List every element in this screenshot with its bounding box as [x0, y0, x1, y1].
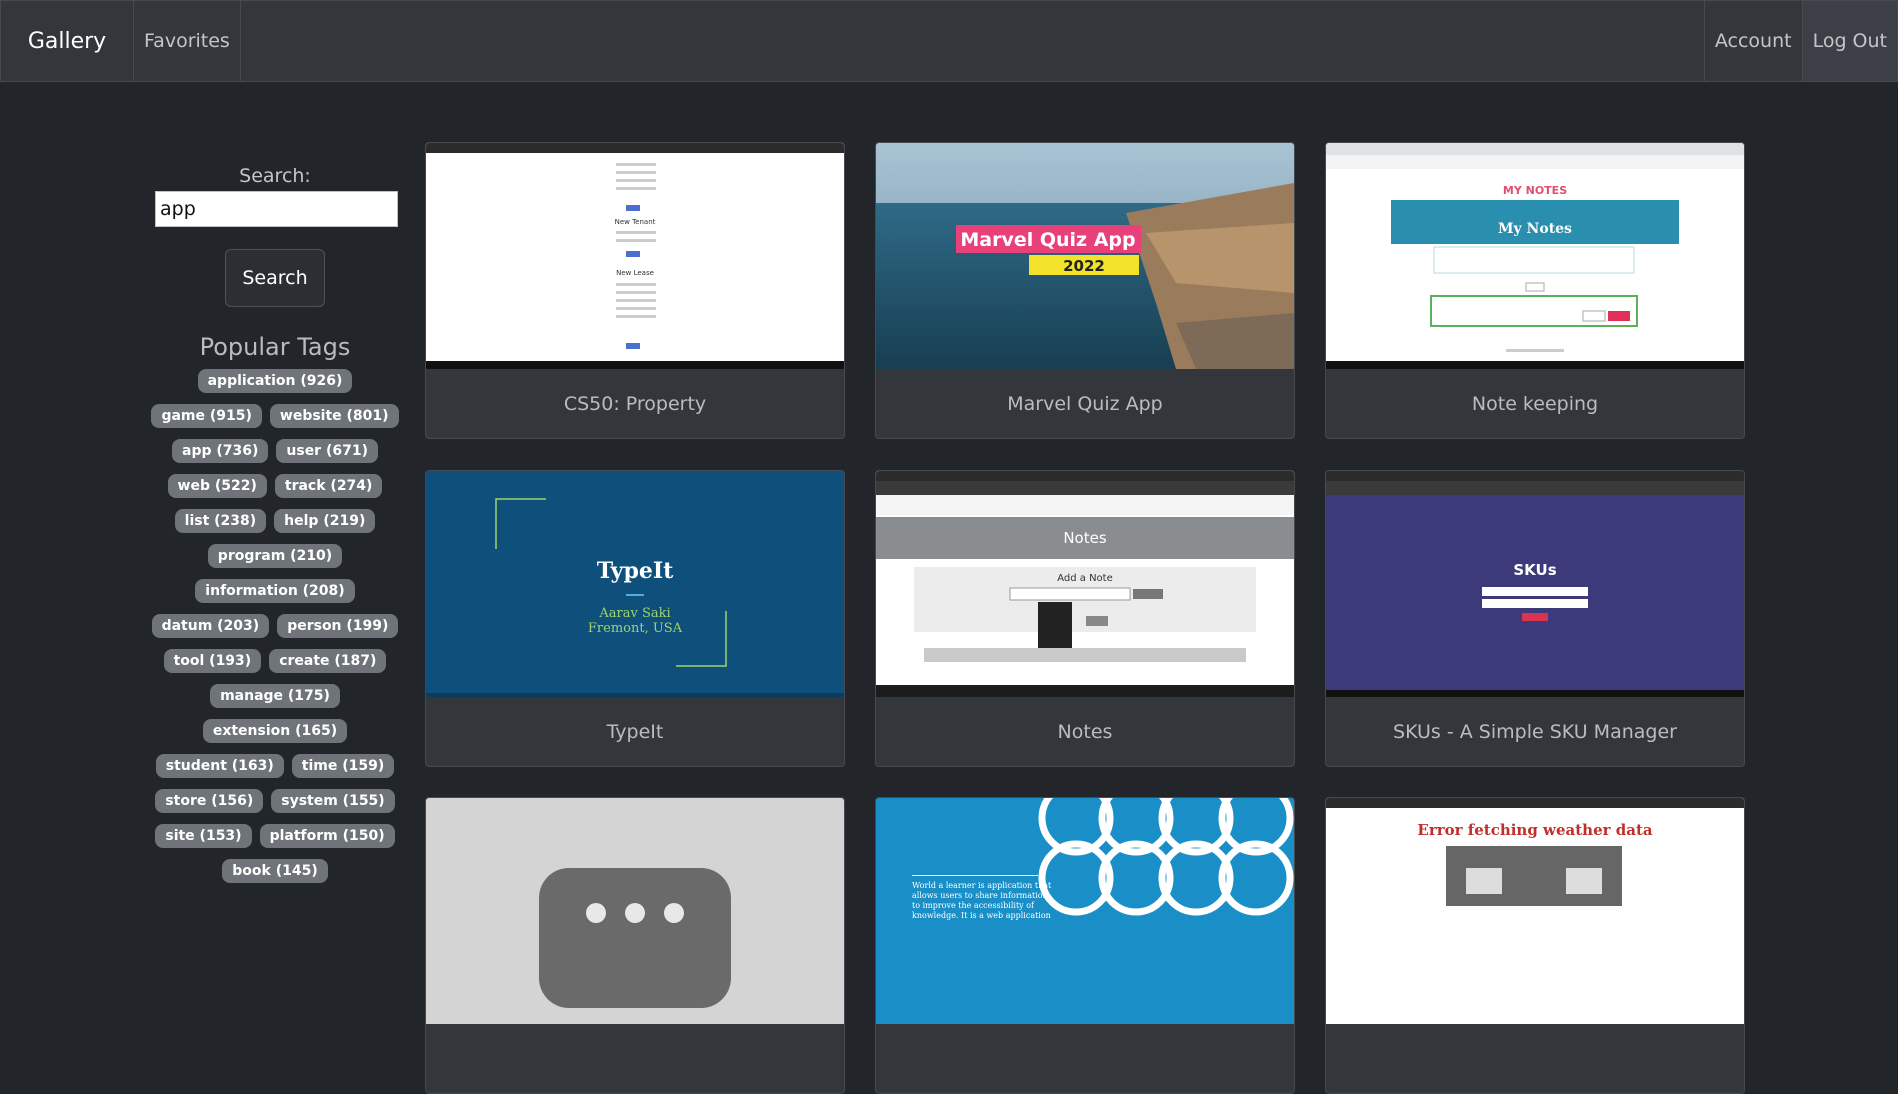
tag-website[interactable]: website (801)	[269, 404, 399, 428]
thumb-text: MY NOTES	[1503, 184, 1567, 197]
tag-datum[interactable]: datum (203)	[151, 614, 270, 638]
popular-tags-heading: Popular Tags	[199, 333, 351, 361]
card-title[interactable]	[426, 1024, 844, 1093]
tag-person[interactable]: person (199)	[277, 614, 399, 638]
gallery-card[interactable]: New Tenant New Lease CS50: Property	[425, 142, 845, 439]
card-title[interactable]	[1326, 1024, 1744, 1093]
tag-application[interactable]: application (926)	[197, 369, 353, 393]
card-thumbnail	[426, 798, 844, 1024]
search-input[interactable]	[155, 191, 398, 227]
account-link[interactable]: Account	[1703, 1, 1802, 81]
thumb-text: 2022	[1063, 257, 1105, 275]
tag-user[interactable]: user (671)	[276, 439, 378, 463]
tag-extension[interactable]: extension (165)	[202, 719, 348, 743]
thumb-text: SKUs	[1513, 561, 1556, 579]
gallery-card[interactable]: MY NOTES My Notes Note keeping	[1325, 142, 1745, 439]
card-thumbnail: World a learner is application that allo…	[876, 798, 1294, 1024]
card-title[interactable]: CS50: Property	[426, 369, 844, 438]
nav-right-group: Account Log Out	[1703, 1, 1897, 81]
thumb-text: Add a Note	[1057, 573, 1113, 584]
gallery-card[interactable]: TypeIt Aarav Saki Fremont, USA TypeIt	[425, 470, 845, 767]
tag-program[interactable]: program (210)	[207, 544, 343, 568]
search-label: Search:	[239, 165, 311, 187]
card-thumbnail: Notes Add a Note	[876, 471, 1294, 697]
card-thumbnail: Marvel Quiz App 2022	[876, 143, 1294, 369]
card-thumbnail: New Tenant New Lease	[426, 143, 844, 369]
tag-tool[interactable]: tool (193)	[163, 649, 262, 673]
tag-web[interactable]: web (522)	[167, 474, 267, 498]
top-navbar: Gallery Favorites Account Log Out	[0, 0, 1898, 82]
tag-list: application (926) game (915) website (80…	[150, 369, 400, 883]
tag-game[interactable]: game (915)	[151, 404, 262, 428]
thumb-text: My Notes	[1498, 221, 1572, 237]
card-title[interactable]: TypeIt	[426, 697, 844, 766]
card-thumbnail: MY NOTES My Notes	[1326, 143, 1744, 369]
card-title[interactable]: Marvel Quiz App	[876, 369, 1294, 438]
tag-information[interactable]: information (208)	[195, 579, 355, 603]
search-button[interactable]: Search	[225, 249, 325, 307]
tag-student[interactable]: student (163)	[155, 754, 284, 778]
thumb-text: Fremont, USA	[588, 621, 683, 636]
thumb-text: Marvel Quiz App	[960, 229, 1135, 251]
tag-time[interactable]: time (159)	[291, 754, 395, 778]
tag-site[interactable]: site (153)	[155, 824, 252, 848]
card-title[interactable]: SKUs - A Simple SKU Manager	[1326, 697, 1744, 766]
gallery-card[interactable]: Error fetching weather data	[1325, 797, 1745, 1094]
thumb-text: Error fetching weather data	[1417, 821, 1652, 839]
sidebar: Search: Search Popular Tags application …	[150, 165, 400, 883]
card-thumbnail: TypeIt Aarav Saki Fremont, USA	[426, 471, 844, 697]
gallery-card[interactable]	[425, 797, 845, 1094]
logout-link[interactable]: Log Out	[1801, 1, 1897, 81]
thumb-text: TypeIt	[597, 558, 674, 584]
tag-list[interactable]: list (238)	[174, 509, 267, 533]
gallery-card[interactable]: Marvel Quiz App 2022 Marvel Quiz App	[875, 142, 1295, 439]
gallery-card[interactable]: World a learner is application that allo…	[875, 797, 1295, 1094]
gallery-card[interactable]: Notes Add a Note Notes	[875, 470, 1295, 767]
tag-platform[interactable]: platform (150)	[259, 824, 395, 848]
card-title[interactable]: Note keeping	[1326, 369, 1744, 438]
card-title[interactable]: Notes	[876, 697, 1294, 766]
gallery-card[interactable]: SKUs SKUs - A Simple SKU Manager	[1325, 470, 1745, 767]
card-thumbnail: Error fetching weather data	[1326, 798, 1744, 1024]
card-thumbnail: SKUs	[1326, 471, 1744, 697]
thumb-text: Notes	[1063, 529, 1107, 547]
tag-app[interactable]: app (736)	[172, 439, 269, 463]
tag-system[interactable]: system (155)	[271, 789, 395, 813]
tag-store[interactable]: store (156)	[155, 789, 264, 813]
brand-link[interactable]: Gallery	[1, 1, 134, 81]
favorites-link[interactable]: Favorites	[134, 1, 241, 81]
thumb-text: New Lease	[616, 269, 654, 277]
tag-track[interactable]: track (274)	[274, 474, 383, 498]
tag-help[interactable]: help (219)	[274, 509, 376, 533]
card-title[interactable]	[876, 1024, 1294, 1093]
tag-manage[interactable]: manage (175)	[210, 684, 340, 708]
thumb-text: Aarav Saki	[598, 606, 670, 621]
thumb-text: New Tenant	[615, 218, 656, 226]
thumb-text: World a learner is application that allo…	[912, 881, 1052, 920]
tag-book[interactable]: book (145)	[222, 859, 328, 883]
tag-create[interactable]: create (187)	[269, 649, 387, 673]
